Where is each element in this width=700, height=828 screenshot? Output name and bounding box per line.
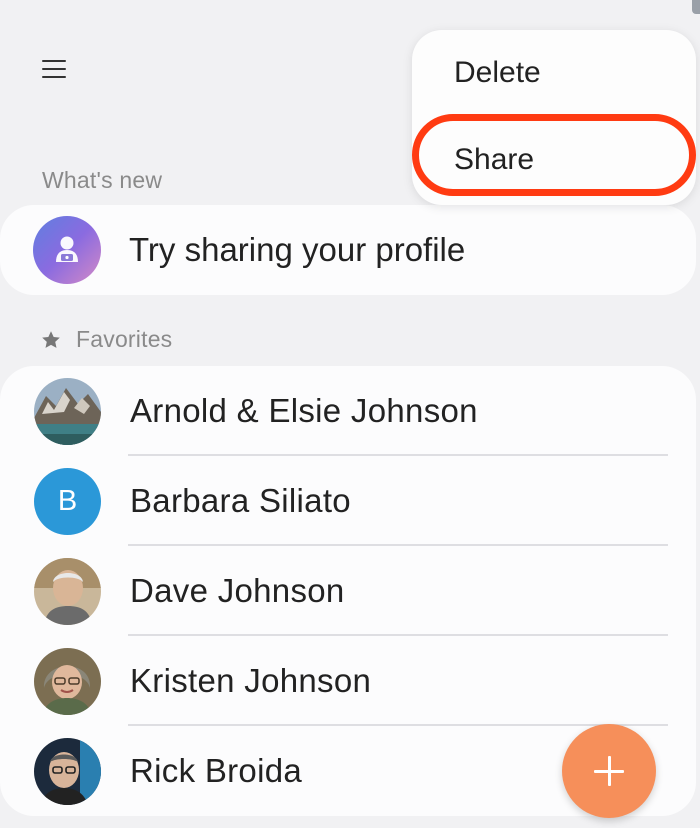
edge-indicator xyxy=(692,0,700,14)
contact-avatar-photo xyxy=(34,648,101,715)
plus-icon xyxy=(594,756,624,786)
contact-avatar-photo xyxy=(34,738,101,805)
star-icon xyxy=(40,329,62,351)
favorites-label-row: Favorites xyxy=(40,326,172,353)
delete-menu-item[interactable]: Delete xyxy=(454,56,541,90)
share-menu-item[interactable]: Share xyxy=(454,143,534,177)
hamburger-menu-icon xyxy=(42,56,66,80)
contact-row[interactable]: Kristen Johnson xyxy=(0,636,696,726)
contact-name: Barbara Siliato xyxy=(130,482,351,519)
favorites-label: Favorites xyxy=(76,326,173,352)
contact-avatar-letter: B xyxy=(34,468,101,535)
share-profile-card[interactable]: Try sharing your profile xyxy=(0,205,696,295)
avatar-letter: B xyxy=(34,468,101,535)
contact-name: Arnold & Elsie Johnson xyxy=(130,392,478,429)
share-profile-text: Try sharing your profile xyxy=(129,231,466,268)
contact-avatar-photo xyxy=(34,378,101,445)
contact-name: Kristen Johnson xyxy=(130,662,372,699)
contact-row[interactable]: Arnold & Elsie Johnson xyxy=(0,366,696,456)
contact-row[interactable]: Dave Johnson xyxy=(0,546,696,636)
overflow-popup-menu: Delete Share xyxy=(412,30,696,205)
contact-row[interactable]: B Barbara Siliato xyxy=(0,456,696,546)
contact-avatar-photo xyxy=(34,558,101,625)
menu-button[interactable] xyxy=(30,44,78,92)
add-contact-button[interactable] xyxy=(562,724,656,818)
contact-name: Rick Broida xyxy=(130,752,303,789)
contact-name: Dave Johnson xyxy=(130,572,345,609)
whats-new-label: What's new xyxy=(42,167,163,193)
profile-share-icon xyxy=(33,216,101,284)
